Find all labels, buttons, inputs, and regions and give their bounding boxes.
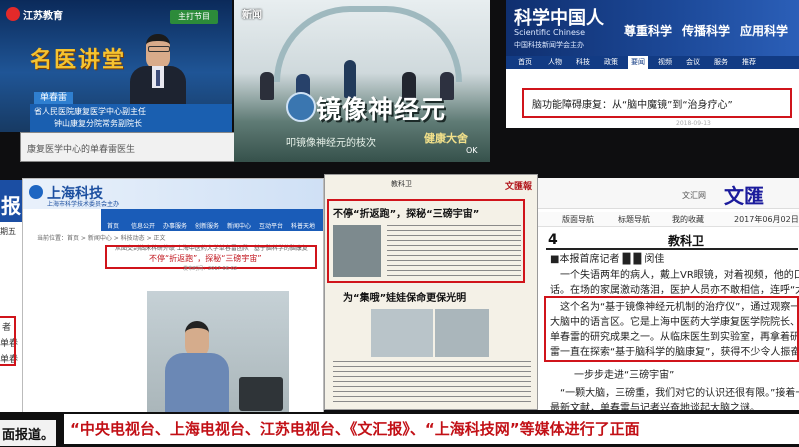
wenhui-page-no: 4 [548,232,558,248]
sh-tech-nav-interact[interactable]: 互动平台 [259,221,283,230]
sci-nav-policy[interactable]: 政策 [604,56,618,69]
channel-logo: 江苏教育 [6,6,76,22]
corner-badge: 主打节目 [170,10,218,24]
wenhui-para-1: 一个失语两年的病人，戴上VR眼镜，对着视频，他的口中开始蹦出一些 [560,270,799,281]
tv-studio-panel: 新闻 镜像神经元 叩镜像神经元的枝次 健康大舍 OK [234,0,490,162]
sci-nav: 首页 人物 科技 政策 要闻 视频 会议 服务 推荐 [506,56,799,69]
sci-nav-service[interactable]: 服务 [714,56,728,69]
newspaper-section: 教科卫 [391,180,412,188]
sh-tech-nav-news[interactable]: 新闻中心 [227,221,251,230]
bottom-caption-left: 面报道。 [2,428,55,443]
sci-logo-cn: 科学中国人 [514,8,604,29]
sci-date: 2018-09-13 [676,120,711,127]
sh-tech-nav-info[interactable]: 信息公开 [131,221,155,230]
show-brand: 健康大舍 [424,132,468,145]
newspaper-panel: 教科卫 文匯報 不停“折返跑”，探秘“三磅宇宙” 为“集哦”娃娃保命更保光明 [324,174,538,410]
sh-tech-article-date: 发布时间：2017-06-02 [183,266,238,272]
newspaper-headline1: 不停“折返跑”，探秘“三磅宇宙” [333,209,480,220]
left-strip-week: 期五 [0,227,16,236]
wenhui-highlight-box [544,296,799,362]
scientific-chinese-panel: 科学中国人 Scientific Chinese 中国科技新闻学会主办 尊重科学… [506,0,799,128]
sh-tech-nav-home[interactable]: 首页 [107,221,119,230]
caption-bar: 单春雷 省人民医院康复医学中心副主任 钟山康复分院常务副院长 [30,92,232,132]
presenter-tie [156,70,160,86]
bottom-caption-main: “中央电视台、上海电视台、江苏电视台、《文汇报》、“上海科技网”等媒体进行了正面 [70,420,640,438]
newspaper-photo-1 [333,225,381,277]
sh-tech-nav-service[interactable]: 办事服务 [163,221,187,230]
ok-mark: OK [466,146,478,155]
tv-news-ticker: 康复医学中心的单春雷医生 [20,132,256,162]
wenhui-nav-pages[interactable]: 版面导航 [562,214,594,225]
sci-nav-video[interactable]: 视频 [658,56,672,69]
wenhui-rule [546,248,798,250]
show-title: 名医讲堂 [30,48,127,73]
left-strip-char: 报 [1,194,21,218]
station-logo: 新闻 [242,10,262,21]
wenhui-para-7: “一颗大脑，三磅重，我们对它的认识还很有限。”接着一叠脑科学资 [560,388,799,399]
wenhui-logo: 文匯 [724,184,764,208]
wenhui-nav-titles[interactable]: 标题导航 [618,214,650,225]
sh-tech-article-photo [147,291,289,419]
sci-nav-home[interactable]: 首页 [518,56,532,69]
sh-tech-panel: 上海科技 上海市科学技术委员会主办 首页 信息公开 办事服务 创新服务 新闻中心… [22,178,324,420]
sci-nav-tech[interactable]: 科技 [576,56,590,69]
newspaper-headline2: 为“集哦”娃娃保命更保光明 [343,293,467,304]
wenhui-header: 文汇网 文匯 [538,178,799,209]
sci-slogan-1: 尊重科学 [624,24,673,38]
newspaper-photo-2 [371,309,433,357]
presenter-glasses [148,46,170,52]
newspaper-text-block-1 [387,225,521,277]
wenhui-nav-favorites[interactable]: 我的收藏 [672,214,704,225]
sci-nav-news[interactable]: 要闻 [628,56,648,69]
sci-logo-sub: 中国科技新闻学会主办 [514,41,584,49]
sci-slogan-2: 传播科学 [682,24,731,38]
photo-person-body [165,353,229,419]
photo-equipment [239,377,283,411]
sh-tech-nav-science[interactable]: 科普天地 [291,221,315,230]
studio-logo-icon [286,92,316,122]
wenhui-date: 2017年06月02日 [734,215,799,224]
caption-name: 单春雷 [34,92,74,104]
sh-tech-logo-icon [29,185,43,199]
sh-tech-nav-innov[interactable]: 创新服务 [195,221,219,230]
channel-logo-icon [6,7,20,21]
newspaper-photo-3 [435,309,489,357]
sh-tech-logo-sub: 上海市科学技术委员会主办 [47,201,120,208]
guest-1 [260,72,274,100]
sh-tech-header: 上海科技 上海市科学技术委员会主办 [23,179,323,209]
sci-slogan-3: 应用科学 [740,24,789,38]
wenhui-page-name: 教科卫 [668,234,705,248]
left-strip-highlight [0,316,16,366]
sh-tech-article-title[interactable]: 不停“折返跑”，探秘“三磅宇宙” [149,253,262,264]
sci-header: 科学中国人 Scientific Chinese 中国科技新闻学会主办 尊重科学… [506,0,799,56]
bottom-caption-strip: 面报道。 “中央电视台、上海电视台、江苏电视台、《文汇报》、“上海科技网”等媒体… [0,412,799,447]
wenhui-byline: ■本报首席记者 █ █ 闵佳 [550,254,665,265]
sci-nav-meeting[interactable]: 会议 [686,56,700,69]
wenhui-panel: 文汇网 文匯 版面导航 标题导航 我的收藏 2017年06月02日 4 教科卫 … [538,178,799,410]
caption-line1: 省人民医院康复医学中心副主任 [34,107,146,116]
sci-logo-en: Scientific Chinese [514,28,585,37]
sci-nav-recommend[interactable]: 推荐 [742,56,756,69]
studio-big-title: 镜像神经元 [316,95,447,124]
sci-headline[interactable]: 脑功能障碍康复：从“脑中魔镜”到“治身疗心” [532,96,733,111]
sh-tech-breadcrumb: 当前位置：首页 > 新闻中心 > 科技动态 > 正文 [37,235,166,242]
channel-name: 江苏教育 [23,11,63,22]
sci-nav-people[interactable]: 人物 [548,56,562,69]
studio-subtitle: 叩镜像神经元的枝次 [286,138,376,149]
caption-line2: 钟山康复分院常务副院长 [54,119,142,128]
sh-tech-nav: 首页 信息公开 办事服务 创新服务 新闻中心 互动平台 科普天地 [101,209,323,231]
wenhui-para-8: 最新文献，单春雷与记者兴奋地谈起大脑之谜。 [550,403,760,410]
wenhui-toolbar: 版面导航 标题导航 我的收藏 2017年06月02日 [538,212,799,227]
wenhui-channel: 文汇网 [682,191,706,200]
newspaper-masthead: 文匯報 [505,182,533,192]
ticker-text: 康复医学中心的单春雷医生 [27,145,136,155]
wenhui-subheading: 一步步走进“三磅宇宙” [574,370,675,381]
presenter [128,30,188,106]
tv-news-panel: 江苏教育 主打节目 名医讲堂 单春雷 省人民医院康复医学中心副主任 钟山康复分院… [0,0,232,132]
left-strip: 报 期五 者 单春 单春 [0,180,22,420]
newspaper-text-block-2 [333,361,531,405]
